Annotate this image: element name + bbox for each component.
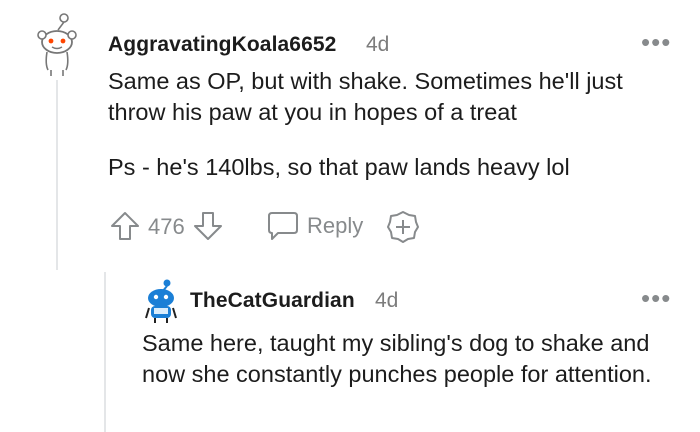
comment-body-p2: Ps - he's 140lbs, so that paw lands heav… bbox=[108, 154, 570, 180]
comment-username[interactable]: AggravatingKoala6652 bbox=[108, 33, 336, 57]
more-options-icon[interactable]: ••• bbox=[641, 29, 671, 55]
reply-label: Reply bbox=[307, 213, 364, 238]
comment: AggravatingKoala6652 4d ••• Same as OP, … bbox=[0, 0, 700, 260]
snoo-avatar-icon[interactable] bbox=[34, 12, 80, 78]
upvote-icon[interactable] bbox=[109, 210, 141, 242]
speech-bubble-icon bbox=[266, 210, 300, 242]
downvote-icon[interactable] bbox=[192, 210, 224, 242]
comment-age: 4d bbox=[366, 33, 390, 56]
reply-button[interactable]: Reply bbox=[266, 208, 366, 244]
comment-body: Same here, taught my sibling's dog to sh… bbox=[142, 330, 652, 387]
blue-snoo-avatar-icon[interactable] bbox=[141, 278, 181, 324]
comment-age: 4d bbox=[375, 289, 399, 312]
comment-body-p1: Same as OP, but with shake. Sometimes he… bbox=[108, 68, 623, 125]
comment-reply: TheCatGuardian 4d ••• Same here, taught … bbox=[0, 270, 700, 432]
vote-count: 476 bbox=[148, 214, 185, 239]
comment-username[interactable]: TheCatGuardian bbox=[190, 289, 355, 313]
award-icon[interactable] bbox=[386, 209, 420, 243]
more-options-icon[interactable]: ••• bbox=[641, 285, 671, 311]
